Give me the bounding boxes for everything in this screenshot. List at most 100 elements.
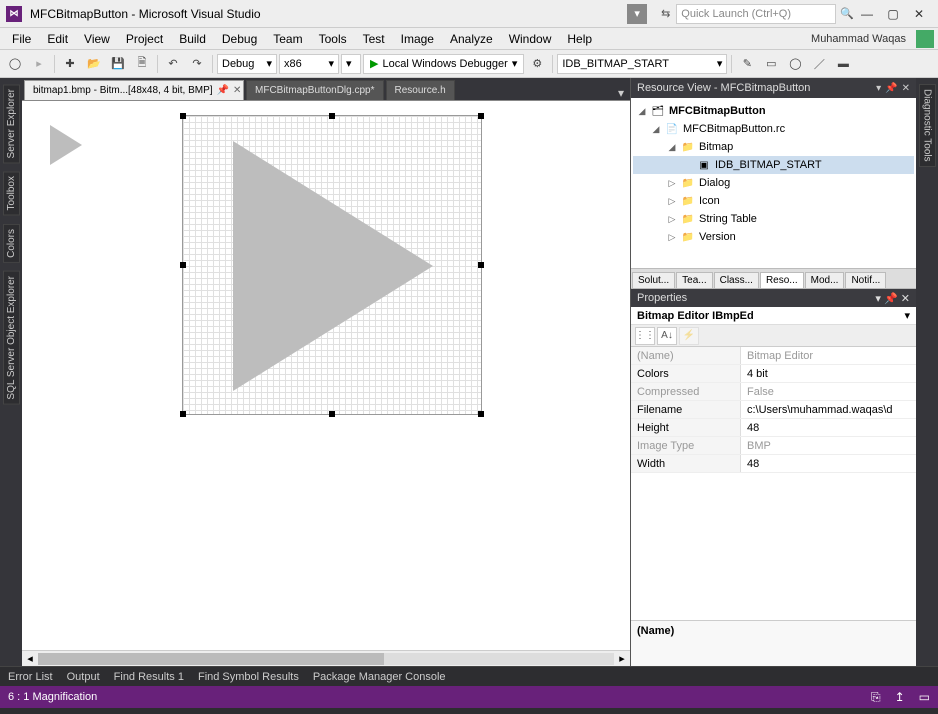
nav-forward-button[interactable]: ▸ bbox=[28, 53, 50, 75]
bottom-tab-find-symbol[interactable]: Find Symbol Results bbox=[198, 671, 299, 683]
tree-rc-file[interactable]: ◢ 📄 MFCBitmapButton.rc bbox=[633, 120, 914, 138]
status-source-control-icon[interactable]: ⎘ bbox=[871, 690, 881, 705]
toolbar-layout-icon[interactable]: ⇆ bbox=[655, 7, 676, 20]
tool-line-button[interactable]: ／ bbox=[808, 53, 830, 75]
side-tab-solution[interactable]: Solut... bbox=[632, 272, 675, 288]
menu-image[interactable]: Image bbox=[393, 30, 442, 48]
resize-handle[interactable] bbox=[329, 411, 335, 417]
resource-tree[interactable]: ◢ 🗂 MFCBitmapButton ◢ 📄 MFCBitmapButton.… bbox=[631, 98, 916, 268]
open-file-button[interactable]: 📂 bbox=[83, 53, 105, 75]
tree-folder-version[interactable]: ▷ 📁 Version bbox=[633, 228, 914, 246]
bitmap-zoom-grid[interactable] bbox=[182, 115, 482, 415]
document-tab[interactable]: MFCBitmapButtonDlg.cpp* bbox=[246, 80, 384, 100]
resize-handle[interactable] bbox=[478, 411, 484, 417]
pin-icon[interactable]: 📌 bbox=[884, 293, 898, 305]
categorized-button[interactable]: ⋮⋮ bbox=[635, 327, 655, 345]
close-pane-icon[interactable]: ✕ bbox=[901, 293, 910, 305]
startup-dropdown[interactable]: ▾ bbox=[341, 54, 361, 74]
resize-handle[interactable] bbox=[180, 262, 186, 268]
scrollbar-track[interactable] bbox=[38, 653, 614, 665]
horizontal-scrollbar[interactable]: ◂ ▸ bbox=[22, 650, 630, 666]
menu-analyze[interactable]: Analyze bbox=[442, 30, 501, 48]
property-value[interactable]: 4 bit bbox=[741, 365, 916, 382]
status-publish-icon[interactable]: ↥ bbox=[895, 690, 905, 705]
tree-folder-bitmap[interactable]: ◢ 📁 Bitmap bbox=[633, 138, 914, 156]
document-tab-active[interactable]: bitmap1.bmp - Bitm...[48x48, 4 bit, BMP]… bbox=[24, 80, 244, 100]
menu-debug[interactable]: Debug bbox=[214, 30, 265, 48]
resize-handle[interactable] bbox=[478, 262, 484, 268]
tree-folder-icon[interactable]: ▷ 📁 Icon bbox=[633, 192, 914, 210]
menu-build[interactable]: Build bbox=[171, 30, 214, 48]
property-row[interactable]: Image TypeBMP bbox=[631, 437, 916, 455]
signed-in-user[interactable]: Muhammad Waqas bbox=[811, 33, 910, 45]
maximize-button[interactable]: ▢ bbox=[880, 4, 906, 24]
property-row[interactable]: CompressedFalse bbox=[631, 383, 916, 401]
minimize-button[interactable]: — bbox=[854, 4, 880, 24]
resize-handle[interactable] bbox=[180, 113, 186, 119]
menu-help[interactable]: Help bbox=[559, 30, 600, 48]
property-row[interactable]: Width48 bbox=[631, 455, 916, 473]
new-project-button[interactable]: ✚ bbox=[59, 53, 81, 75]
menu-team[interactable]: Team bbox=[265, 30, 310, 48]
close-tab-icon[interactable]: ✕ bbox=[233, 85, 241, 96]
left-tab-toolbox[interactable]: Toolbox bbox=[3, 171, 20, 215]
save-all-button[interactable]: 🗎 bbox=[131, 53, 153, 75]
property-row[interactable]: Colors4 bit bbox=[631, 365, 916, 383]
search-icon[interactable]: 🔍 bbox=[840, 7, 854, 20]
start-debugging-button[interactable]: ▶ Local Windows Debugger ▾ bbox=[363, 54, 524, 74]
left-tab-sql-explorer[interactable]: SQL Server Object Explorer bbox=[3, 271, 20, 405]
scrollbar-thumb[interactable] bbox=[38, 653, 384, 665]
tool-pencil-button[interactable]: ✎ bbox=[736, 53, 758, 75]
bottom-tab-error-list[interactable]: Error List bbox=[8, 671, 53, 683]
tool-eraser-button[interactable]: ▬ bbox=[832, 53, 854, 75]
side-tab-notif[interactable]: Notif... bbox=[845, 272, 886, 288]
tool-ellipse-button[interactable]: ◯ bbox=[784, 53, 806, 75]
scroll-right-icon[interactable]: ▸ bbox=[614, 652, 630, 665]
document-tab[interactable]: Resource.h bbox=[386, 80, 455, 100]
scroll-left-icon[interactable]: ◂ bbox=[22, 652, 38, 665]
events-button[interactable]: ⚡ bbox=[679, 327, 699, 345]
property-value[interactable]: 48 bbox=[741, 419, 916, 436]
property-row[interactable]: (Name)Bitmap Editor bbox=[631, 347, 916, 365]
tool-rect-button[interactable]: ▭ bbox=[760, 53, 782, 75]
property-row[interactable]: Filenamec:\Users\muhammad.waqas\d bbox=[631, 401, 916, 419]
bitmap-editor-canvas[interactable] bbox=[22, 100, 630, 650]
properties-grid[interactable]: (Name)Bitmap EditorColors4 bitCompressed… bbox=[631, 347, 916, 620]
collapse-icon[interactable]: ◢ bbox=[667, 142, 677, 153]
right-tab-diagnostic-tools[interactable]: Diagnostic Tools bbox=[919, 84, 936, 167]
window-menu-icon[interactable]: ▾ bbox=[876, 83, 881, 94]
tree-folder-stringtable[interactable]: ▷ 📁 String Table bbox=[633, 210, 914, 228]
menu-window[interactable]: Window bbox=[501, 30, 560, 48]
menu-tools[interactable]: Tools bbox=[311, 30, 355, 48]
side-tab-class[interactable]: Class... bbox=[714, 272, 759, 288]
undo-button[interactable]: ↶ bbox=[162, 53, 184, 75]
notifications-icon[interactable]: ▾ bbox=[627, 4, 647, 24]
status-notifications-icon[interactable]: ▭ bbox=[919, 690, 930, 705]
quick-launch-input[interactable]: Quick Launch (Ctrl+Q) bbox=[676, 4, 836, 24]
property-value[interactable]: c:\Users\muhammad.waqas\d bbox=[741, 401, 916, 418]
menu-test[interactable]: Test bbox=[355, 30, 393, 48]
redo-button[interactable]: ↷ bbox=[186, 53, 208, 75]
expand-icon[interactable]: ▷ bbox=[667, 178, 677, 189]
tree-item-bitmap-start[interactable]: ▣ IDB_BITMAP_START bbox=[633, 156, 914, 174]
save-button[interactable]: 💾 bbox=[107, 53, 129, 75]
collapse-icon[interactable]: ◢ bbox=[651, 124, 661, 135]
debug-target-button[interactable]: ⚙ bbox=[526, 53, 548, 75]
menu-project[interactable]: Project bbox=[118, 30, 171, 48]
tree-folder-dialog[interactable]: ▷ 📁 Dialog bbox=[633, 174, 914, 192]
side-tab-team[interactable]: Tea... bbox=[676, 272, 712, 288]
resize-handle[interactable] bbox=[329, 113, 335, 119]
solution-platform-dropdown[interactable]: x86▾ bbox=[279, 54, 339, 74]
resize-handle[interactable] bbox=[478, 113, 484, 119]
property-row[interactable]: Height48 bbox=[631, 419, 916, 437]
tree-root[interactable]: ◢ 🗂 MFCBitmapButton bbox=[633, 102, 914, 120]
close-button[interactable]: ✕ bbox=[906, 4, 932, 24]
menu-view[interactable]: View bbox=[76, 30, 118, 48]
close-pane-icon[interactable]: ✕ bbox=[902, 83, 910, 94]
solution-config-dropdown[interactable]: Debug▾ bbox=[217, 54, 277, 74]
resize-handle[interactable] bbox=[180, 411, 186, 417]
expand-icon[interactable]: ▷ bbox=[667, 214, 677, 225]
properties-object-selector[interactable]: Bitmap Editor IBmpEd ▾ bbox=[631, 307, 916, 325]
pin-icon[interactable]: 📌 bbox=[885, 83, 897, 94]
alphabetical-button[interactable]: A↓ bbox=[657, 327, 677, 345]
